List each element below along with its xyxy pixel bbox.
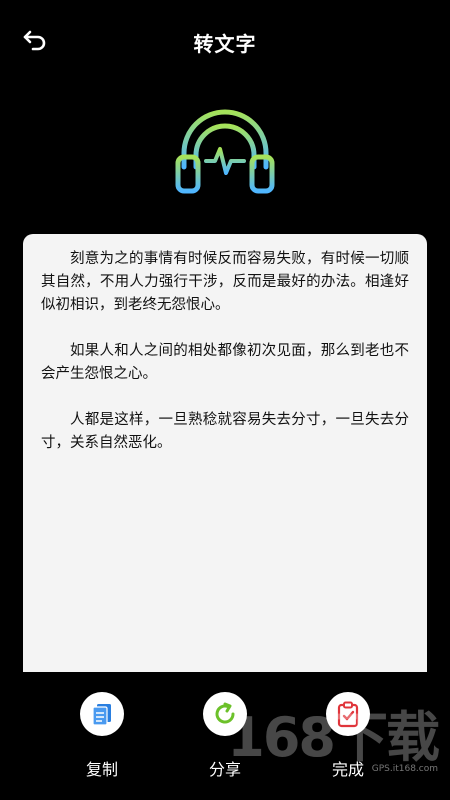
share-label: 分享 xyxy=(208,760,241,779)
share-icon-circle xyxy=(203,692,247,736)
bottom-action-bar: 复制 分享 完成 168下载 GPS.it168.com xyxy=(0,672,450,800)
headphone-pulse-icon xyxy=(170,105,280,200)
copy-icon xyxy=(92,704,111,726)
clipboard-check-icon xyxy=(337,701,359,728)
done-button[interactable]: 完成 xyxy=(303,692,393,780)
copy-label: 复制 xyxy=(85,760,118,779)
transcript-paragraph: 如果人和人之间的相处都像初次见面，那么到老也不会产生怨恨之心。 xyxy=(41,343,409,382)
done-label: 完成 xyxy=(331,760,364,779)
top-bar: 转文字 xyxy=(0,0,450,80)
copy-button[interactable]: 复制 xyxy=(57,692,147,780)
share-refresh-icon xyxy=(215,702,235,724)
transcript-paragraph: 刻意为之的事情有时候反而容易失败，有时候一切顺其自然，不用人力强行干涉，反而是最… xyxy=(41,251,409,313)
copy-icon-circle xyxy=(80,692,124,736)
transcript-card[interactable]: 刻意为之的事情有时候反而容易失败，有时候一切顺其自然，不用人力强行干涉，反而是最… xyxy=(23,234,427,672)
page-title: 转文字 xyxy=(193,32,257,56)
transcript-paragraph: 人都是这样，一旦熟稔就容易失去分寸，一旦失去分寸，关系自然恶化。 xyxy=(41,412,409,451)
done-icon-circle xyxy=(326,692,370,736)
share-button[interactable]: 分享 xyxy=(180,692,270,780)
